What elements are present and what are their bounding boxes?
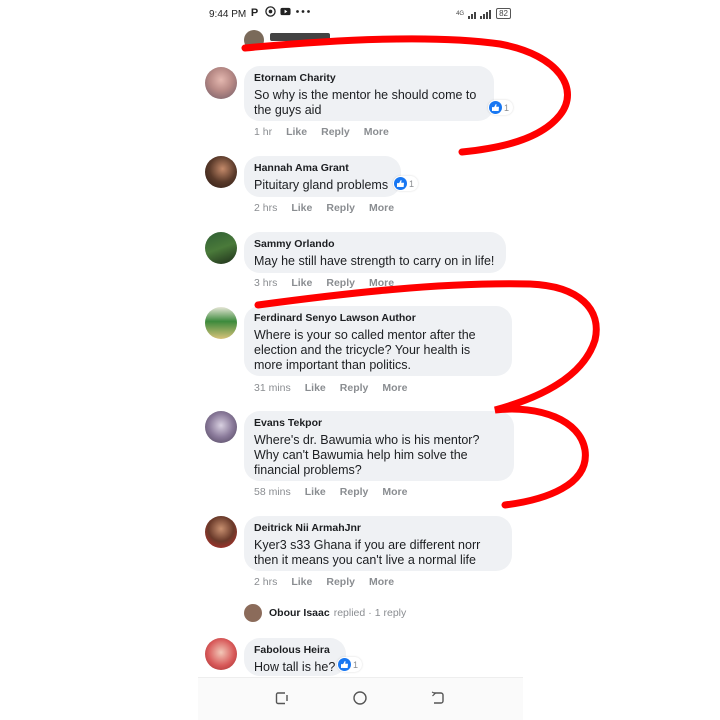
- reply-button[interactable]: Reply: [340, 382, 369, 394]
- battery-icon: 82: [496, 8, 511, 19]
- reply-count: 1 reply: [374, 607, 407, 619]
- avatar[interactable]: [205, 232, 237, 264]
- comment-author[interactable]: Hannah Ama Grant: [254, 161, 391, 175]
- system-nav-bar: [198, 677, 523, 720]
- comment-text: May he still have strength to carry on i…: [254, 254, 495, 268]
- comment-time: 2 hrs: [254, 576, 278, 588]
- reaction-number: 1: [504, 102, 510, 113]
- reply-button[interactable]: Reply: [321, 126, 350, 138]
- reply-separator: ·: [368, 607, 372, 619]
- like-button[interactable]: Like: [291, 202, 312, 214]
- comment-author[interactable]: Evans Tekpor: [254, 416, 504, 430]
- reaction-count[interactable]: 1: [488, 100, 514, 115]
- reaction-count[interactable]: 1: [393, 176, 419, 191]
- comment-bubble[interactable]: Deitrick Nii ArmahJnr Kyer3 s33 Ghana if…: [244, 516, 512, 571]
- comment-text: Pituitary gland problems: [254, 178, 389, 192]
- reply-button[interactable]: Reply: [326, 576, 355, 588]
- reaction-number: 1: [409, 178, 415, 189]
- like-button[interactable]: Like: [305, 486, 326, 498]
- like-reaction-icon: [394, 177, 407, 190]
- status-time: 9:44 PM: [209, 9, 247, 20]
- comment-actions: 3 hrs Like Reply More: [254, 277, 408, 289]
- more-button[interactable]: More: [382, 382, 407, 394]
- comment-author[interactable]: Ferdinard Senyo Lawson Author: [254, 311, 502, 325]
- comment-time: 1 hr: [254, 126, 273, 138]
- more-button[interactable]: More: [364, 126, 389, 138]
- comment-actions: 31 mins Like Reply More: [254, 382, 421, 394]
- comment-text: Kyer3 s33 Ghana if you are different nor…: [254, 538, 481, 567]
- like-button[interactable]: Like: [291, 277, 312, 289]
- reply-summary[interactable]: Obour Isaac replied · 1 reply: [244, 604, 406, 622]
- comment-actions: 58 mins Like Reply More: [254, 486, 421, 498]
- more-button[interactable]: More: [369, 202, 394, 214]
- whatsapp-icon: [265, 6, 276, 17]
- reply-button[interactable]: Reply: [326, 202, 355, 214]
- signal-icon: [468, 9, 492, 19]
- comment-actions: 2 hrs Like Reply More: [254, 576, 408, 588]
- network-label: 4G: [456, 10, 465, 17]
- avatar[interactable]: [205, 638, 237, 670]
- avatar[interactable]: [205, 156, 237, 188]
- comment-time: 2 hrs: [254, 202, 278, 214]
- avatar[interactable]: [205, 411, 237, 443]
- comment-text: Where is your so called mentor after the…: [254, 328, 476, 372]
- reaction-count[interactable]: 1: [337, 657, 363, 672]
- notification-icons: P: [250, 6, 311, 17]
- comment-bubble[interactable]: Evans Tekpor Where's dr. Bawumia who is …: [244, 411, 514, 481]
- reaction-number: 1: [353, 659, 359, 670]
- comment-author[interactable]: Etornam Charity: [254, 71, 484, 85]
- comment-bubble[interactable]: Hannah Ama Grant Pituitary gland problem…: [244, 156, 401, 197]
- avatar[interactable]: [205, 307, 237, 339]
- p-app-icon: P: [251, 7, 258, 17]
- more-dots-icon: [296, 10, 310, 13]
- system-status: 4G 82: [456, 8, 511, 19]
- partial-comment-author: [270, 33, 330, 41]
- back-icon[interactable]: [430, 690, 446, 706]
- comment-text: Where's dr. Bawumia who is his mentor? W…: [254, 433, 480, 477]
- comment-time: 31 mins: [254, 382, 291, 394]
- comment-actions: 2 hrs Like Reply More: [254, 202, 408, 214]
- like-button[interactable]: Like: [286, 126, 307, 138]
- svg-text:P: P: [251, 7, 258, 17]
- comment-bubble[interactable]: Ferdinard Senyo Lawson Author Where is y…: [244, 306, 512, 376]
- comment-text: How tall is he?: [254, 660, 336, 674]
- avatar[interactable]: [205, 67, 237, 99]
- comment-author[interactable]: Fabolous Heira: [254, 643, 336, 657]
- status-bar: 9:44 PM P 4G 82: [198, 0, 523, 30]
- recent-apps-icon[interactable]: [274, 690, 290, 706]
- comment-author[interactable]: Sammy Orlando: [254, 237, 496, 251]
- reply-verb: replied: [333, 607, 366, 619]
- comment-bubble[interactable]: Etornam Charity So why is the mentor he …: [244, 66, 494, 121]
- comment-bubble[interactable]: Sammy Orlando May he still have strength…: [244, 232, 506, 273]
- like-reaction-icon: [489, 101, 502, 114]
- more-button[interactable]: More: [369, 277, 394, 289]
- reply-button[interactable]: Reply: [340, 486, 369, 498]
- comment-text: So why is the mentor he should come to t…: [254, 88, 477, 117]
- like-reaction-icon: [338, 658, 351, 671]
- youtube-icon: [280, 7, 291, 16]
- reply-author: Obour Isaac: [269, 607, 330, 619]
- comment-time: 3 hrs: [254, 277, 278, 289]
- home-icon[interactable]: [352, 690, 368, 706]
- more-button[interactable]: More: [369, 576, 394, 588]
- phone-screen: 9:44 PM P 4G 82 Etornam Charity So why i…: [198, 0, 523, 720]
- avatar[interactable]: [244, 30, 264, 50]
- comment-author[interactable]: Deitrick Nii ArmahJnr: [254, 521, 502, 535]
- like-button[interactable]: Like: [291, 576, 312, 588]
- reply-button[interactable]: Reply: [326, 277, 355, 289]
- more-button[interactable]: More: [382, 486, 407, 498]
- comment-actions: 1 hr Like Reply More: [254, 126, 403, 138]
- comment-time: 58 mins: [254, 486, 291, 498]
- avatar: [244, 604, 262, 622]
- avatar[interactable]: [205, 516, 237, 548]
- like-button[interactable]: Like: [305, 382, 326, 394]
- comment-bubble[interactable]: Fabolous Heira How tall is he?: [244, 638, 346, 676]
